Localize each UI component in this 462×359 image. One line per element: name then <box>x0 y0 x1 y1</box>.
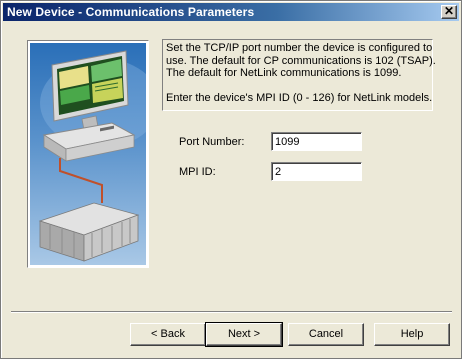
illustration-panel <box>30 43 146 265</box>
illustration-graphic <box>38 50 146 262</box>
footer-separator <box>11 311 452 313</box>
next-button[interactable]: Next > <box>205 322 283 347</box>
title-bar[interactable]: New Device - Communications Parameters ✕ <box>3 3 459 21</box>
info-line: use. The default for CP communications i… <box>166 54 436 67</box>
mpi-id-input[interactable] <box>271 162 362 181</box>
port-number-input[interactable] <box>271 132 362 151</box>
info-line: The default for NetLink communications i… <box>166 67 402 79</box>
wizard-illustration <box>27 40 149 268</box>
close-icon: ✕ <box>443 4 455 18</box>
mpi-note: Enter the device's MPI ID (0 - 126) for … <box>166 91 433 104</box>
network-cable-icon <box>59 158 103 203</box>
plc-device-icon <box>38 202 140 262</box>
window-title: New Device - Communications Parameters <box>7 5 255 19</box>
info-line: Set the TCP/IP port number the device is… <box>166 42 433 54</box>
close-button[interactable]: ✕ <box>441 5 457 19</box>
port-number-label: Port Number: <box>179 136 245 148</box>
computer-workstation-icon <box>42 50 136 162</box>
back-button[interactable]: < Back <box>130 323 206 346</box>
cancel-button[interactable]: Cancel <box>288 323 364 346</box>
dialog-window: New Device - Communications Parameters ✕ <box>0 0 462 359</box>
info-panel: Set the TCP/IP port number the device is… <box>162 39 436 111</box>
mpi-id-label: MPI ID: <box>179 166 216 178</box>
help-button[interactable]: Help <box>374 323 450 346</box>
